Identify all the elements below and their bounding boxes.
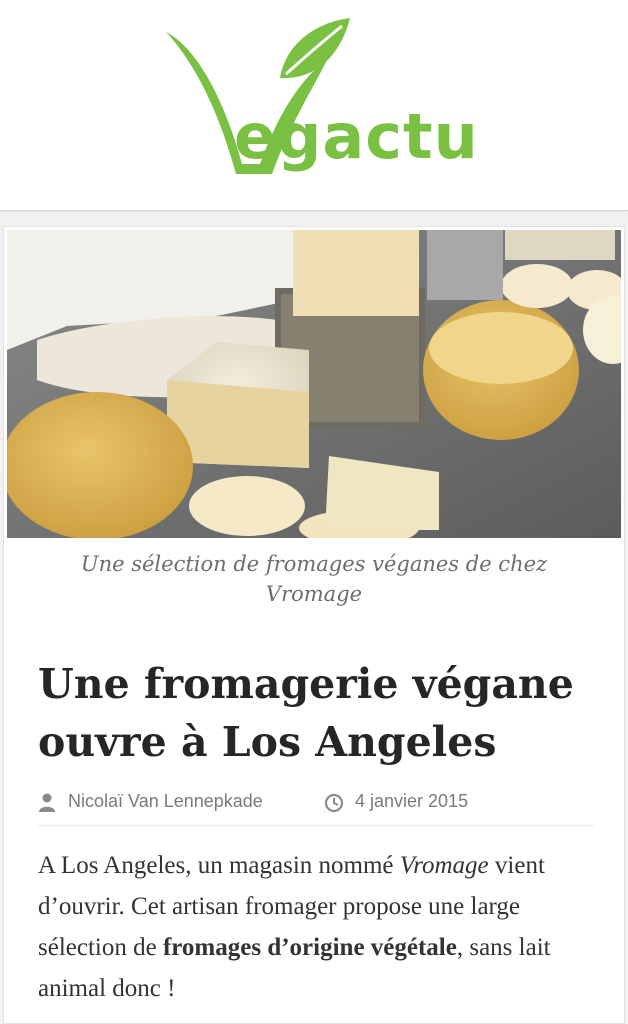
article-date[interactable]: 4 janvier 2015 — [355, 791, 468, 812]
excerpt-text-1: A Los Angeles, un magasin nommé — [38, 852, 400, 879]
excerpt-emphasis: Vromage — [399, 852, 489, 879]
article-image[interactable] — [4, 230, 624, 546]
user-icon — [38, 793, 56, 818]
excerpt-strong: fromages d’origine végétale — [162, 934, 457, 961]
site-logo[interactable]: egactu — [160, 14, 480, 190]
article-author[interactable]: Nicolaï Van Lennepkade — [68, 791, 263, 812]
article-excerpt: A Los Angeles, un magasin nommé Vromage … — [38, 845, 600, 1009]
image-caption: Une sélection de fromages véganes de che… — [80, 552, 548, 606]
cheese-photo — [4, 230, 624, 546]
article-meta: Nicolaï Van Lennepkade 4 janvier 2015 — [38, 789, 594, 826]
clock-icon — [324, 793, 344, 818]
site-header: egactu — [0, 0, 628, 211]
logo-wordmark: egactu — [234, 100, 479, 173]
article-title[interactable]: Une fromagerie végane ouvre à Los Angele… — [38, 655, 598, 771]
article-card: Une sélection de fromages véganes de che… — [3, 226, 625, 1024]
